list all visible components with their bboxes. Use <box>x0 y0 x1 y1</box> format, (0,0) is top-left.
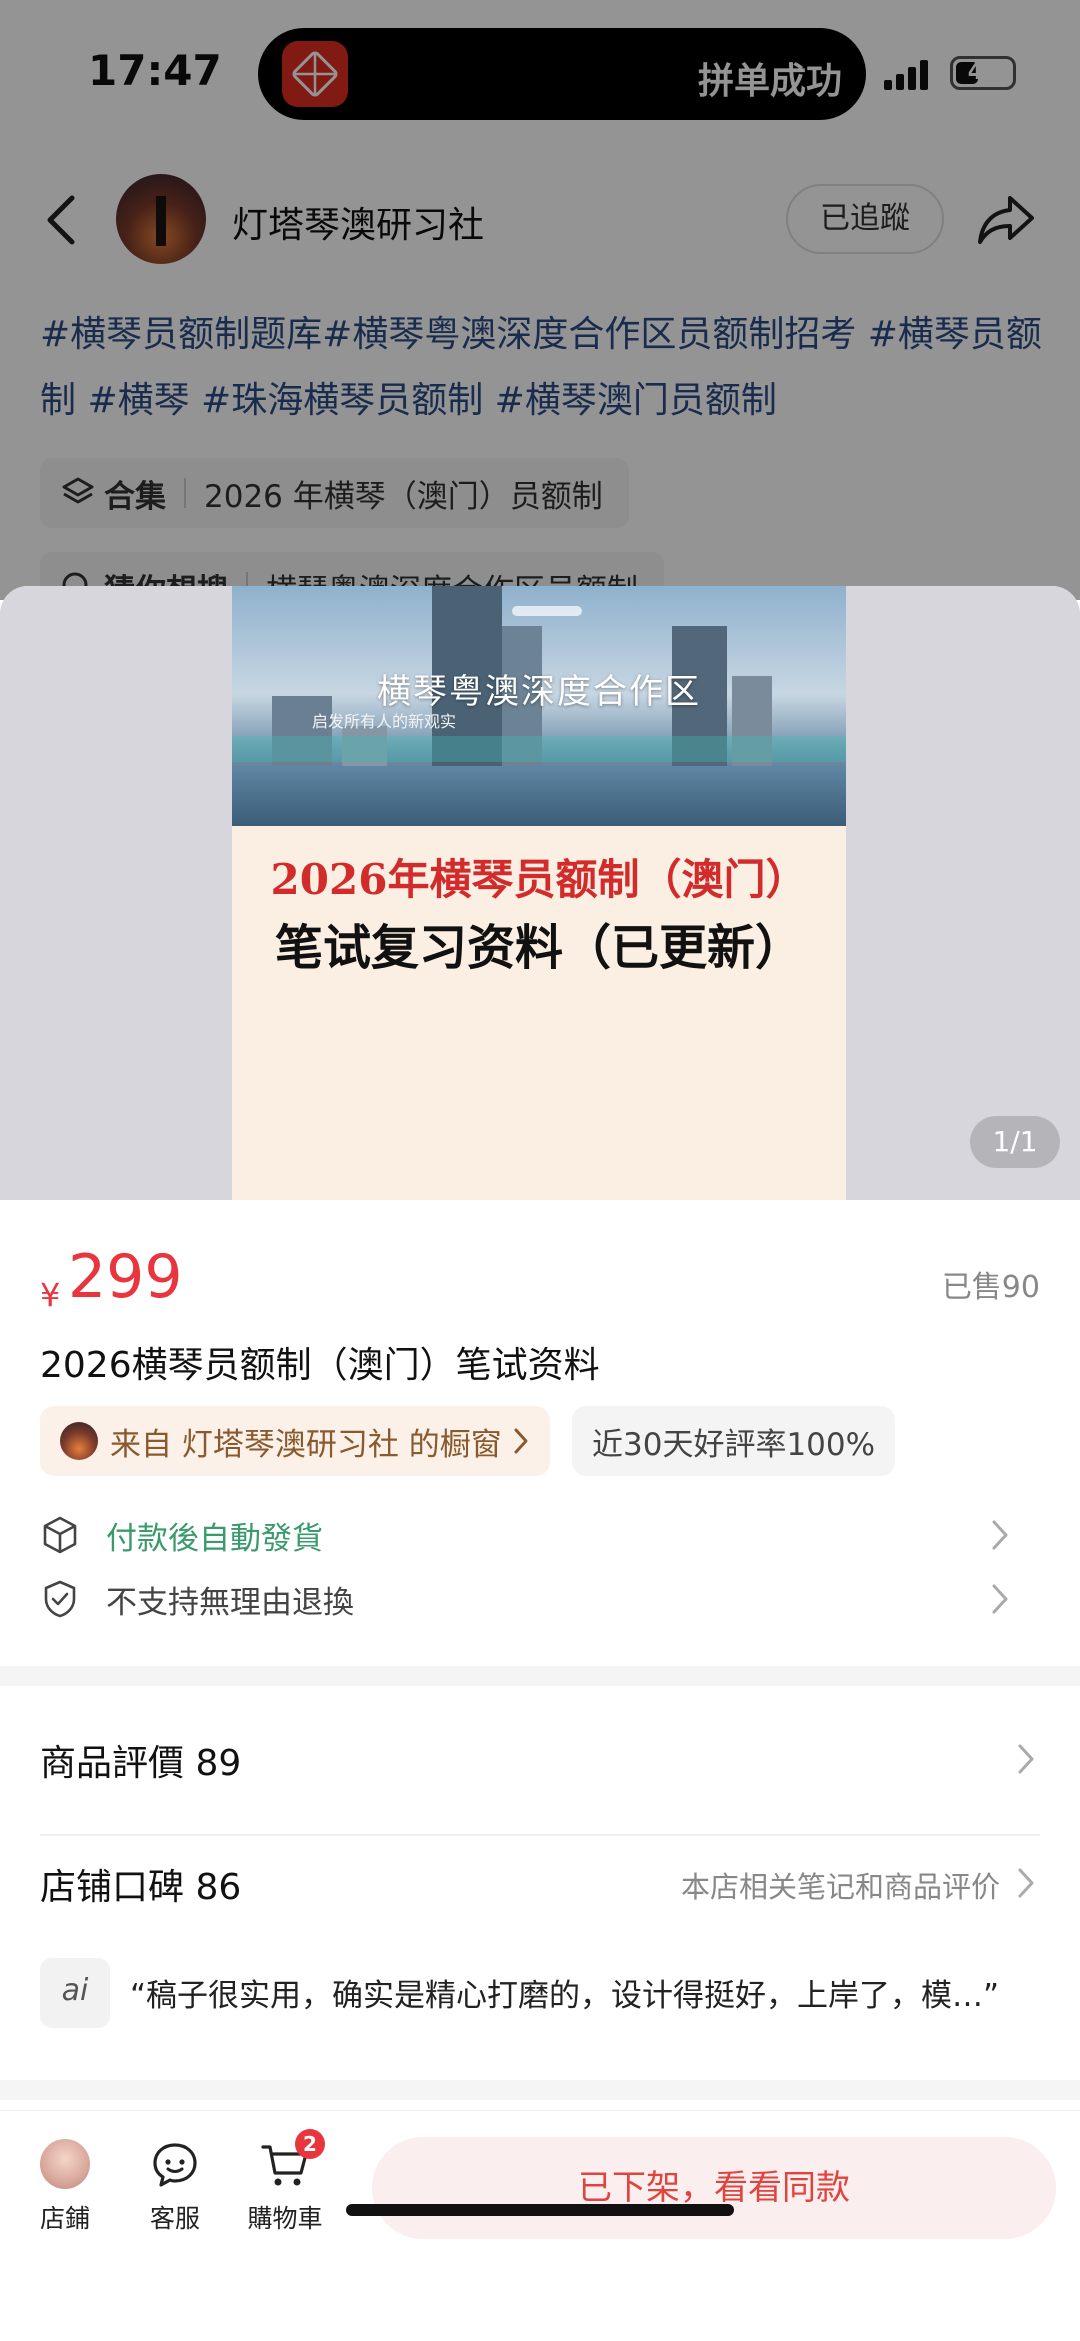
product-sheet: 横琴粤澳深度合作区 启发所有人的新观实 2026年横琴员额制（澳门） 笔试复习资… <box>0 586 1080 2341</box>
cover-title-red: 2026年横琴员额制（澳门） <box>270 855 808 904</box>
chevron-right-icon <box>1018 1744 1034 1774</box>
home-indicator[interactable] <box>346 2204 734 2216</box>
chevron-right-icon <box>992 1520 1008 1550</box>
product-reviews-row[interactable]: 商品評價 89 <box>40 1728 1040 1788</box>
chat-icon <box>153 2143 197 2187</box>
review-quote[interactable]: “稿子很实用，确实是精心打磨的，设计得挺好，上岸了，模…” <box>130 1970 1050 2015</box>
store-avatar <box>60 1422 98 1460</box>
dim-overlay[interactable] <box>0 0 1080 600</box>
tab-shop[interactable]: 店鋪 <box>10 2139 120 2235</box>
store-window-chip[interactable]: 来自 灯塔琴澳研习社 的橱窗 <box>40 1406 550 1476</box>
store-window-label: 来自 灯塔琴澳研习社 的橱窗 <box>110 1426 502 1463</box>
store-reputation-row[interactable]: 店铺口碑 86 本店相关笔记和商品评价 <box>40 1852 1040 1912</box>
product-gallery[interactable]: 横琴粤澳深度合作区 启发所有人的新观实 2026年横琴员额制（澳门） 笔试复习资… <box>0 586 1080 1200</box>
product-price: 299 <box>68 1242 183 1312</box>
service-no-return-row[interactable]: 不支持無理由退換 <box>40 1572 1040 1626</box>
ai-summary-badge: ai <box>40 1958 110 2028</box>
price-row: ¥ 299 已售90 <box>40 1242 1040 1322</box>
tab-customer-service-label: 客服 <box>149 2204 200 2233</box>
product-cover-image[interactable]: 横琴粤澳深度合作区 启发所有人的新观实 2026年横琴员额制（澳门） 笔试复习资… <box>232 586 846 1200</box>
box-icon <box>43 1516 77 1554</box>
rating-chip: 近30天好評率100% <box>572 1406 896 1476</box>
row-divider <box>40 1834 1040 1836</box>
shield-check-icon <box>44 1580 76 1618</box>
tab-customer-service[interactable]: 客服 <box>120 2139 230 2235</box>
store-reputation-label: 店铺口碑 86 <box>40 1867 242 1908</box>
service-auto-ship-text: 付款後自動發貨 <box>106 1520 323 1557</box>
tab-cart[interactable]: 2 購物車 <box>230 2129 340 2235</box>
gallery-page-indicator: 1/1 <box>970 1116 1060 1168</box>
cover-title-black: 笔试复习资料（已更新） <box>274 920 803 976</box>
product-title: 2026横琴员额制（澳门）笔试资料 <box>40 1345 600 1386</box>
service-auto-ship-row[interactable]: 付款後自動發貨 <box>40 1508 1040 1562</box>
section-divider <box>0 2080 1080 2100</box>
tab-cart-label: 購物車 <box>247 2204 323 2233</box>
product-reviews-label: 商品評價 89 <box>40 1743 242 1784</box>
sheet-drag-handle[interactable] <box>512 606 582 616</box>
view-similar-button[interactable]: 已下架，看看同款 <box>372 2137 1056 2239</box>
currency-symbol: ¥ <box>40 1276 61 1314</box>
chevron-right-icon <box>992 1584 1008 1614</box>
section-divider <box>0 1666 1080 1686</box>
cart-count-badge: 2 <box>295 2129 325 2159</box>
bottom-action-bar: 店鋪 客服 2 購物車 已下架，看看同款 <box>0 2110 1080 2341</box>
chevron-right-icon <box>1018 1868 1034 1898</box>
sold-count: 已售90 <box>941 1270 1040 1305</box>
service-no-return-text: 不支持無理由退換 <box>106 1584 354 1621</box>
tab-shop-label: 店鋪 <box>39 2204 90 2233</box>
store-reputation-link[interactable]: 本店相关笔记和商品评价 <box>681 1864 1000 1906</box>
cover-banner-text: 横琴粤澳深度合作区 <box>377 672 701 712</box>
chevron-right-icon <box>514 1428 528 1454</box>
shop-avatar <box>40 2139 90 2189</box>
cover-subtitle: 启发所有人的新观实 <box>312 712 457 731</box>
